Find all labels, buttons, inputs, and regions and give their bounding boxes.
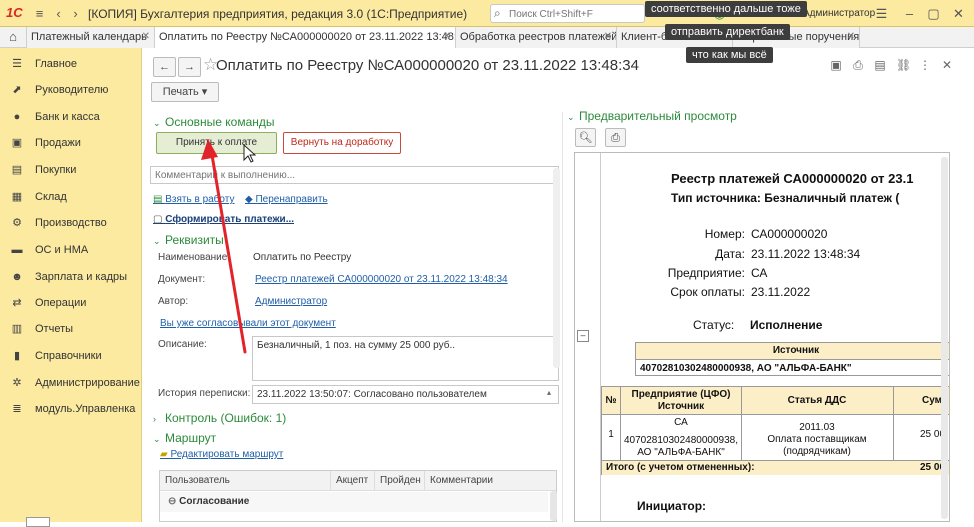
caption-line-2: отправить директбанк xyxy=(665,24,790,40)
caption-line-1: соответственно дальше тоже xyxy=(645,1,807,17)
annotation-arrow xyxy=(201,139,257,354)
cursor-icon xyxy=(243,143,257,163)
caption-line-3: что как мы всё xyxy=(686,47,773,63)
